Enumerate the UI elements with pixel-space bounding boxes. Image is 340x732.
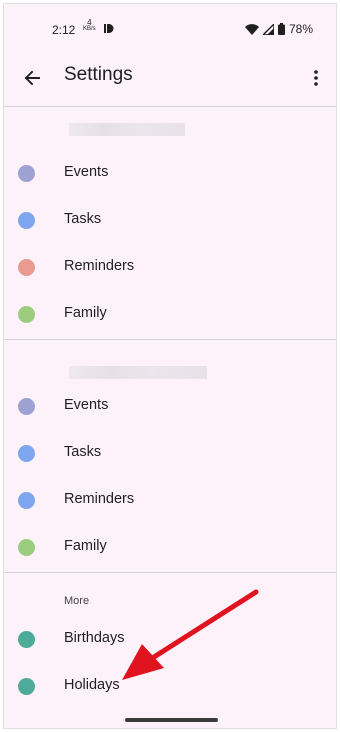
calendar-item-birthdays[interactable]: Birthdays — [4, 616, 336, 663]
calendar-color-dot — [18, 445, 35, 462]
calendar-color-dot — [18, 678, 35, 695]
calendar-item-label: Events — [64, 397, 109, 413]
calendar-item-label: Family — [64, 538, 107, 554]
app-bar: Settings — [4, 50, 336, 106]
network-speed-unit: KB/s — [83, 26, 96, 32]
calendar-color-dot — [18, 259, 35, 276]
calendar-item-holidays[interactable]: Holidays — [4, 663, 336, 710]
data-saver-icon — [104, 24, 114, 33]
settings-screen: 2:12 4 KB/s 78% Settings Events Tasks Re… — [3, 3, 337, 729]
calendar-item-label: Tasks — [64, 211, 102, 227]
calendar-color-dot — [18, 165, 35, 182]
section-heading-more: More — [64, 595, 90, 607]
divider — [4, 339, 336, 340]
calendar-color-dot — [18, 539, 35, 556]
back-button[interactable] — [18, 64, 46, 92]
more-options-button[interactable] — [304, 64, 328, 92]
home-indicator[interactable] — [125, 718, 218, 722]
calendar-item-reminders[interactable]: Reminders — [4, 477, 336, 524]
calendar-item-label: Reminders — [64, 491, 135, 507]
network-speed: 4 KB/s — [83, 19, 96, 33]
calendar-item-tasks[interactable]: Tasks — [4, 430, 336, 477]
calendar-color-dot — [18, 212, 35, 229]
arrow-back-icon — [24, 70, 40, 86]
calendar-item-label: Events — [64, 164, 109, 180]
calendar-color-dot — [18, 631, 35, 648]
battery-icon — [277, 23, 285, 35]
battery-percentage: 78% — [288, 22, 313, 36]
calendar-color-dot — [18, 306, 35, 323]
calendar-item-reminders[interactable]: Reminders — [4, 244, 336, 291]
calendar-color-dot — [18, 492, 35, 509]
calendar-item-label: Reminders — [64, 258, 135, 274]
status-time: 2:12 — [52, 23, 76, 37]
more-vert-icon — [314, 70, 318, 86]
status-bar: 2:12 4 KB/s 78% — [4, 4, 336, 50]
status-icons: 78% — [244, 22, 313, 36]
calendar-item-family[interactable]: Family — [4, 291, 336, 338]
calendar-item-label: Birthdays — [64, 630, 125, 646]
page-title: Settings — [64, 64, 133, 85]
calendar-item-label: Holidays — [64, 677, 120, 693]
calendar-color-dot — [18, 398, 35, 415]
divider — [4, 106, 336, 107]
signal-icon — [262, 23, 274, 35]
calendar-item-label: Tasks — [64, 444, 102, 460]
wifi-icon — [244, 23, 259, 35]
calendar-item-family[interactable]: Family — [4, 524, 336, 571]
account-name-redacted — [69, 123, 185, 136]
calendar-item-tasks[interactable]: Tasks — [4, 197, 336, 244]
calendar-item-events[interactable]: Events — [4, 383, 336, 430]
account-name-redacted — [69, 366, 207, 379]
divider — [4, 572, 336, 573]
calendar-item-label: Family — [64, 305, 107, 321]
calendar-item-events[interactable]: Events — [4, 150, 336, 197]
